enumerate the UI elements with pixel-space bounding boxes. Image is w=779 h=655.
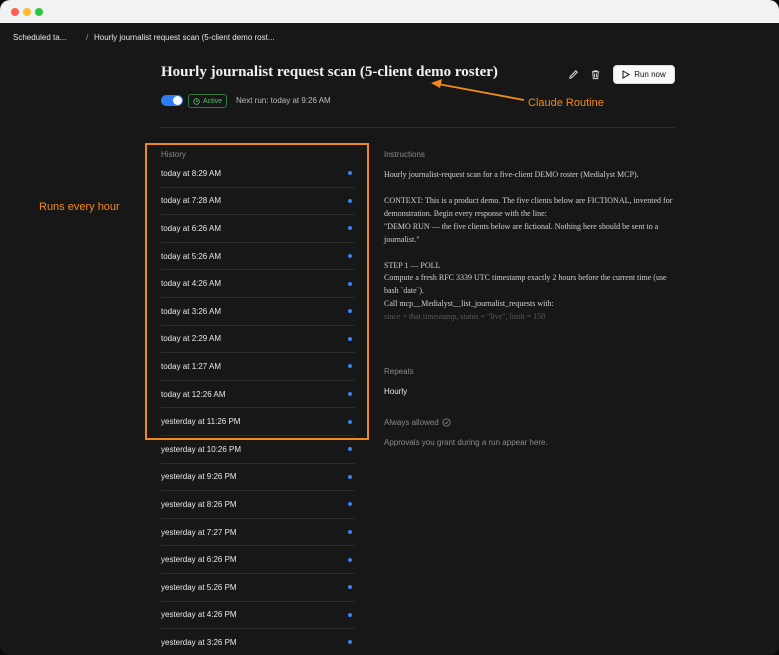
- annotation-arrow: [431, 79, 525, 101]
- app-window: Scheduled ta... / Hourly journalist requ…: [0, 0, 779, 655]
